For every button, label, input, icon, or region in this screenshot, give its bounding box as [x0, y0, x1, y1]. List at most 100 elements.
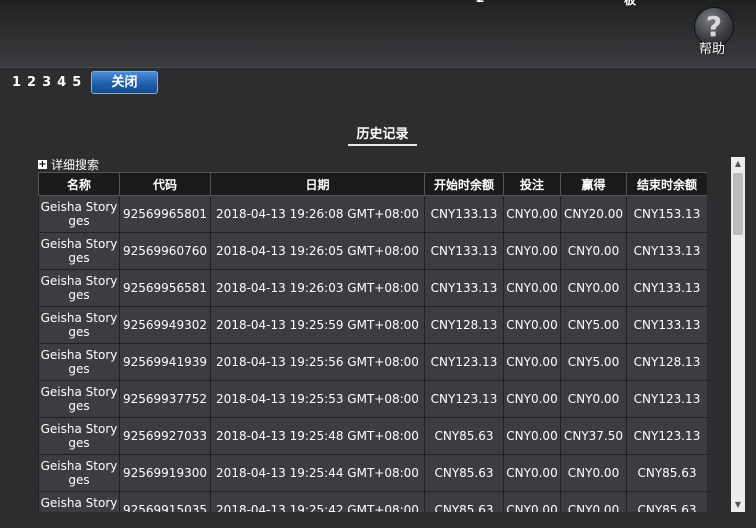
table-row[interactable]: Geisha Story ges 92569949302 2018-04-13 1… [38, 306, 707, 344]
cell-end-balance: CNY133.13 [626, 306, 707, 344]
cell-bet: CNY0.00 [503, 380, 561, 418]
cell-end-balance: CNY123.13 [626, 417, 707, 455]
cell-date: 2018-04-13 19:25:42 GMT+08:00 [210, 491, 425, 512]
column-header-code[interactable]: 代码 [119, 172, 211, 196]
cell-start-balance: CNY123.13 [424, 343, 504, 381]
cell-start-balance: CNY85.63 [424, 491, 504, 512]
arrow-down-icon[interactable]: ▼ [731, 498, 745, 512]
column-header-date[interactable]: 日期 [210, 172, 425, 196]
advanced-search-toggle[interactable]: + 详细搜索 [38, 156, 99, 173]
cell-code: 92569949302 [119, 306, 211, 344]
cell-end-balance: CNY128.13 [626, 343, 707, 381]
cell-date: 2018-04-13 19:25:44 GMT+08:00 [210, 454, 425, 492]
cell-name: Geisha Storyges [38, 195, 120, 233]
cell-start-balance: CNY123.13 [424, 380, 504, 418]
vertical-scrollbar[interactable]: ▲ ▼ [731, 157, 745, 512]
cell-code: 92569956581 [119, 269, 211, 307]
table-row[interactable]: Geisha Story ges 92569941939 2018-04-13 1… [38, 343, 707, 381]
cell-bet: CNY0.00 [503, 195, 561, 233]
cell-start-balance: CNY133.13 [424, 232, 504, 270]
bottom-bar [0, 512, 756, 528]
cell-date: 2018-04-13 19:26:05 GMT+08:00 [210, 232, 425, 270]
table-row[interactable]: Geisha Story ges 92569956581 2018-04-13 1… [38, 269, 707, 307]
cell-win: CNY5.00 [560, 343, 627, 381]
column-header-name[interactable]: 名称 [38, 172, 120, 196]
page-3[interactable]: 3 [42, 75, 51, 90]
cell-win: CNY0.00 [560, 491, 627, 512]
cell-start-balance: CNY133.13 [424, 269, 504, 307]
cell-name: Geisha Storyges [38, 417, 120, 455]
cell-name: Geisha Storyges [38, 306, 120, 344]
page-5[interactable]: 5 [72, 75, 81, 90]
cell-bet: CNY0.00 [503, 269, 561, 307]
plus-icon: + [38, 159, 47, 170]
cell-code: 92569919300 [119, 454, 211, 492]
cell-code: 92569915035 [119, 491, 211, 512]
cell-name: Geisha Storyges [38, 380, 120, 418]
cell-start-balance: CNY128.13 [424, 306, 504, 344]
page-4[interactable]: 4 [57, 75, 66, 90]
table-row[interactable]: Geisha Storyges 92569915035 2018-04-13 1… [38, 491, 707, 512]
cell-win: CNY20.00 [560, 195, 627, 233]
cell-name: Geisha Storyges [38, 232, 120, 270]
cell-end-balance: CNY85.63 [626, 491, 707, 512]
table-row[interactable]: Geisha Story ges 92569919300 2018-04-13 1… [38, 454, 707, 492]
cell-name: Geisha Storyges [38, 454, 120, 492]
cell-start-balance: CNY85.63 [424, 454, 504, 492]
column-header-win[interactable]: 赢得 [560, 172, 627, 196]
advanced-search-label: 详细搜索 [51, 158, 100, 172]
cell-win: CNY0.00 [560, 380, 627, 418]
cell-win: CNY0.00 [560, 454, 627, 492]
top-bar: £ 板 ? 帮助 [0, 0, 756, 68]
page-1[interactable]: 1 [12, 75, 21, 90]
cell-bet: CNY0.00 [503, 454, 561, 492]
cell-name: Geisha Storyges [38, 491, 120, 512]
cell-code: 92569960760 [119, 232, 211, 270]
table-row[interactable]: Geisha Story ges 92569965801 2018-04-13 1… [38, 195, 707, 233]
cell-end-balance: CNY133.13 [626, 269, 707, 307]
cell-date: 2018-04-13 19:25:53 GMT+08:00 [210, 380, 425, 418]
table-row[interactable]: Geisha Story ges 92569927033 2018-04-13 1… [38, 417, 707, 455]
cell-end-balance: CNY85.63 [626, 454, 707, 492]
cell-code: 92569941939 [119, 343, 211, 381]
cell-bet: CNY0.00 [503, 232, 561, 270]
cell-win: CNY0.00 [560, 269, 627, 307]
cell-win: CNY5.00 [560, 306, 627, 344]
cell-end-balance: CNY153.13 [626, 195, 707, 233]
table-row[interactable]: Geisha Story ges 92569960760 2018-04-13 1… [38, 232, 707, 270]
cell-date: 2018-04-13 19:26:08 GMT+08:00 [210, 195, 425, 233]
help-label: 帮助 [699, 42, 726, 57]
cell-date: 2018-04-13 19:25:48 GMT+08:00 [210, 417, 425, 455]
cell-code: 92569937752 [119, 380, 211, 418]
close-button[interactable]: 关闭 [91, 71, 158, 94]
cell-bet: CNY0.00 [503, 306, 561, 344]
page-2[interactable]: 2 [27, 75, 36, 90]
column-header-end-balance[interactable]: 结束时余额 [626, 172, 707, 196]
help-button[interactable]: ? 帮助 [692, 7, 738, 59]
cell-name: Geisha Storyges [38, 269, 120, 307]
history-table: 名称 代码 日期 开始时余额 投注 赢得 结束时余额 Geisha Story g… [38, 172, 707, 512]
arrow-up-icon[interactable]: ▲ [731, 157, 745, 171]
cell-end-balance: CNY123.13 [626, 380, 707, 418]
cell-date: 2018-04-13 19:25:59 GMT+08:00 [210, 306, 425, 344]
cell-code: 92569965801 [119, 195, 211, 233]
table-header-row: 名称 代码 日期 开始时余额 投注 赢得 结束时余额 [38, 172, 707, 196]
cell-date: 2018-04-13 19:25:56 GMT+08:00 [210, 343, 425, 381]
cell-bet: CNY0.00 [503, 417, 561, 455]
top-fragment-left: £ [476, 0, 484, 5]
top-fragment-right: 板 [624, 0, 637, 7]
cell-win: CNY0.00 [560, 232, 627, 270]
cell-win: CNY37.50 [560, 417, 627, 455]
tab-history[interactable]: 历史记录 [348, 123, 417, 146]
scrollbar-thumb[interactable] [733, 173, 743, 235]
table-row[interactable]: Geisha Story ges 92569937752 2018-04-13 1… [38, 380, 707, 418]
cell-date: 2018-04-13 19:26:03 GMT+08:00 [210, 269, 425, 307]
cell-name: Geisha Storyges [38, 343, 120, 381]
cell-bet: CNY0.00 [503, 343, 561, 381]
cell-bet: CNY0.00 [503, 491, 561, 512]
column-header-bet[interactable]: 投注 [503, 172, 561, 196]
cell-start-balance: CNY85.63 [424, 417, 504, 455]
cell-start-balance: CNY133.13 [424, 195, 504, 233]
column-header-start-balance[interactable]: 开始时余额 [424, 172, 504, 196]
cell-code: 92569927033 [119, 417, 211, 455]
